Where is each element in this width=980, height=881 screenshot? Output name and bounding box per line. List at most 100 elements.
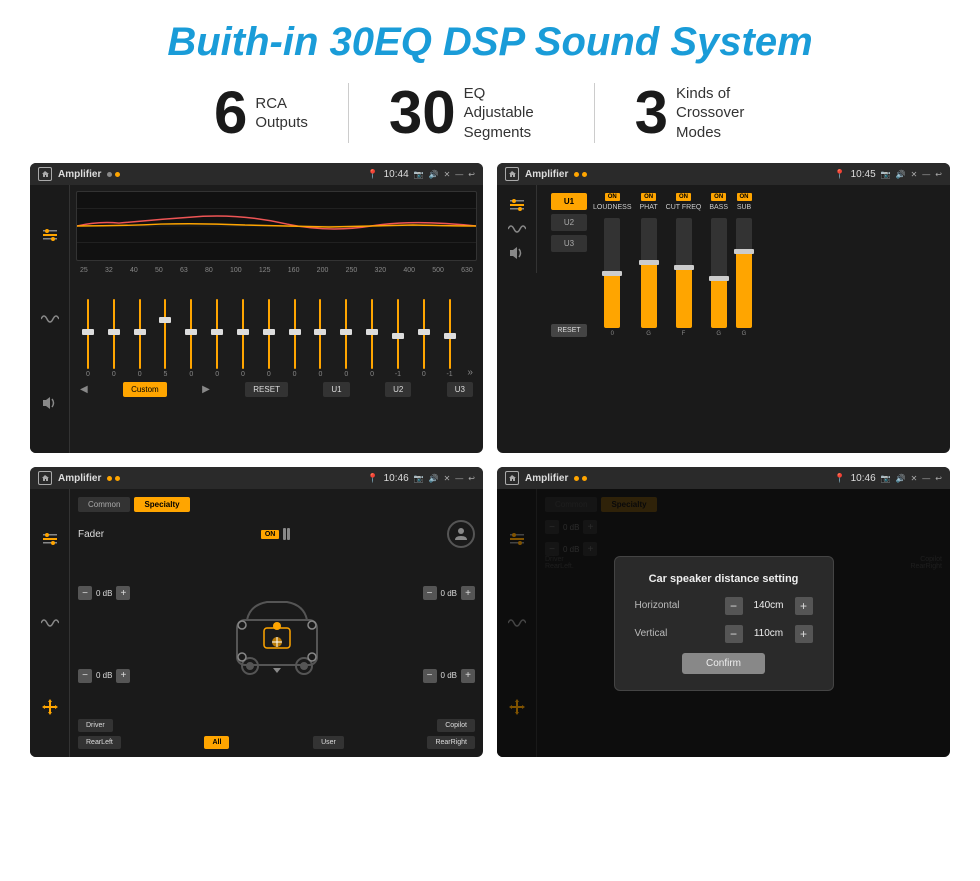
- tab-specialty[interactable]: Specialty: [134, 497, 189, 512]
- slider-7[interactable]: 0: [261, 299, 277, 378]
- sub-slider[interactable]: [736, 218, 752, 328]
- loudness-label: LOUDNESS: [593, 204, 632, 211]
- btn-user[interactable]: User: [313, 736, 344, 749]
- status-dots-3: [107, 476, 120, 481]
- status-dots-1: [107, 172, 120, 177]
- slider-10[interactable]: 0: [338, 299, 354, 378]
- eq-prev-icon[interactable]: ◀: [80, 384, 88, 395]
- eq-reset-btn[interactable]: RESET: [245, 382, 288, 397]
- preset-u3[interactable]: U3: [551, 235, 587, 252]
- dot-a: [574, 172, 579, 177]
- fr-minus[interactable]: −: [423, 586, 437, 600]
- right-controls: − 0 dB + − 0 dB +: [423, 556, 475, 713]
- slider-6[interactable]: 0: [235, 299, 251, 378]
- page-container: Buith-in 30EQ DSP Sound System 6 RCAOutp…: [0, 0, 980, 881]
- min-icon-4: —: [922, 474, 930, 483]
- vertical-minus[interactable]: −: [725, 625, 743, 643]
- cross-icon-wave[interactable]: [505, 217, 529, 241]
- horizontal-minus[interactable]: −: [725, 597, 743, 615]
- rl-minus[interactable]: −: [78, 669, 92, 683]
- slider-2[interactable]: 0: [132, 299, 148, 378]
- fader-icon-tune[interactable]: [38, 527, 62, 551]
- bass-control: ON BASS G: [709, 193, 728, 337]
- slider-3[interactable]: 5: [157, 299, 173, 378]
- cross-icon-tune[interactable]: [505, 193, 529, 217]
- fr-plus[interactable]: +: [461, 586, 475, 600]
- stat-rca: 6 RCAOutputs: [174, 83, 349, 143]
- btn-rearleft[interactable]: RearLeft: [78, 736, 121, 749]
- confirm-button[interactable]: Confirm: [682, 653, 765, 674]
- horizontal-row: Horizontal − 140cm +: [635, 597, 813, 615]
- slider-14[interactable]: -1: [442, 299, 458, 378]
- cutfreq-slider[interactable]: [676, 218, 692, 328]
- status-bar-1: Amplifier 📍 10:44 📷 🔊 ✕ — ↩: [30, 163, 483, 185]
- dot-4a: [574, 476, 579, 481]
- rr-value: 0 dB: [441, 671, 457, 680]
- fl-plus[interactable]: +: [116, 586, 130, 600]
- preset-u1[interactable]: U1: [551, 193, 587, 210]
- status-right-1: 📍 10:44 📷 🔊 ✕ — ↩: [367, 169, 475, 180]
- eq-expand-icon[interactable]: »: [467, 367, 473, 378]
- slider-9[interactable]: 0: [312, 299, 328, 378]
- dot2: [115, 172, 120, 177]
- reset-btn-crossover[interactable]: RESET: [551, 324, 587, 337]
- min-icon-3: —: [455, 474, 463, 483]
- status-dots-2: [574, 172, 587, 177]
- tab-common[interactable]: Common: [78, 497, 130, 512]
- slider-13[interactable]: 0: [416, 299, 432, 378]
- btn-all[interactable]: All: [204, 736, 229, 749]
- fader-icon-wave[interactable]: [38, 611, 62, 635]
- fader-header: Fader ON: [78, 520, 475, 548]
- min-icon-1: —: [455, 170, 463, 179]
- sub-label: SUB: [737, 204, 751, 211]
- stat-eq-number: 30: [389, 83, 456, 143]
- home-icon-1: [38, 167, 52, 181]
- eq-u2-btn[interactable]: U2: [385, 382, 411, 397]
- slider-5[interactable]: 0: [209, 299, 225, 378]
- back-icon-2: ↩: [935, 170, 942, 179]
- eq-u3-btn[interactable]: U3: [447, 382, 473, 397]
- dot1: [107, 172, 112, 177]
- horizontal-plus[interactable]: +: [795, 597, 813, 615]
- min-icon-2: —: [922, 170, 930, 179]
- location-icon-4: 📍: [834, 473, 845, 484]
- eq-icon-wave[interactable]: [38, 307, 62, 331]
- vertical-row: Vertical − 110cm +: [635, 625, 813, 643]
- fl-value: 0 dB: [96, 589, 112, 598]
- fader-icon-arrows[interactable]: [38, 695, 62, 719]
- btn-rearright[interactable]: RearRight: [427, 736, 475, 749]
- eq-bottom-controls: ◀ Custom ▶ RESET U1 U2 U3: [76, 382, 477, 397]
- fader-bottom-row: Driver Copilot: [78, 719, 475, 732]
- rl-plus[interactable]: +: [116, 669, 130, 683]
- rr-plus[interactable]: +: [461, 669, 475, 683]
- cross-icon-speaker[interactable]: [505, 241, 529, 265]
- slider-12[interactable]: -1: [390, 299, 406, 378]
- cam-icon-3: 📷: [414, 474, 424, 483]
- eq-next-icon[interactable]: ▶: [202, 384, 210, 395]
- vertical-plus[interactable]: +: [795, 625, 813, 643]
- cam-icon-1: 📷: [414, 170, 424, 179]
- slider-0[interactable]: 0: [80, 299, 96, 378]
- fl-minus[interactable]: −: [78, 586, 92, 600]
- bass-slider[interactable]: [711, 218, 727, 328]
- rr-minus[interactable]: −: [423, 669, 437, 683]
- slider-4[interactable]: 0: [183, 299, 199, 378]
- eq-preset-custom[interactable]: Custom: [123, 382, 167, 397]
- phat-slider[interactable]: [641, 218, 657, 328]
- eq-icon-speaker[interactable]: [38, 391, 62, 415]
- slider-11[interactable]: 0: [364, 299, 380, 378]
- slider-8[interactable]: 0: [287, 299, 303, 378]
- preset-u2[interactable]: U2: [551, 214, 587, 231]
- eq-u1-btn[interactable]: U1: [323, 382, 349, 397]
- distance-content: Common Specialty − 0 dB + −: [497, 489, 950, 757]
- on-badge-loudness: ON: [605, 193, 620, 201]
- eq-icon-tune[interactable]: [38, 223, 62, 247]
- btn-copilot[interactable]: Copilot: [437, 719, 475, 732]
- phat-label: PHAT: [640, 204, 658, 211]
- slider-1[interactable]: 0: [106, 299, 122, 378]
- loudness-slider[interactable]: [604, 218, 620, 328]
- dot-3a: [107, 476, 112, 481]
- eq-main: 25 32 40 50 63 80 100 125 160 200 250 32…: [70, 185, 483, 453]
- btn-driver[interactable]: Driver: [78, 719, 113, 732]
- eq-sidebar: [30, 185, 70, 453]
